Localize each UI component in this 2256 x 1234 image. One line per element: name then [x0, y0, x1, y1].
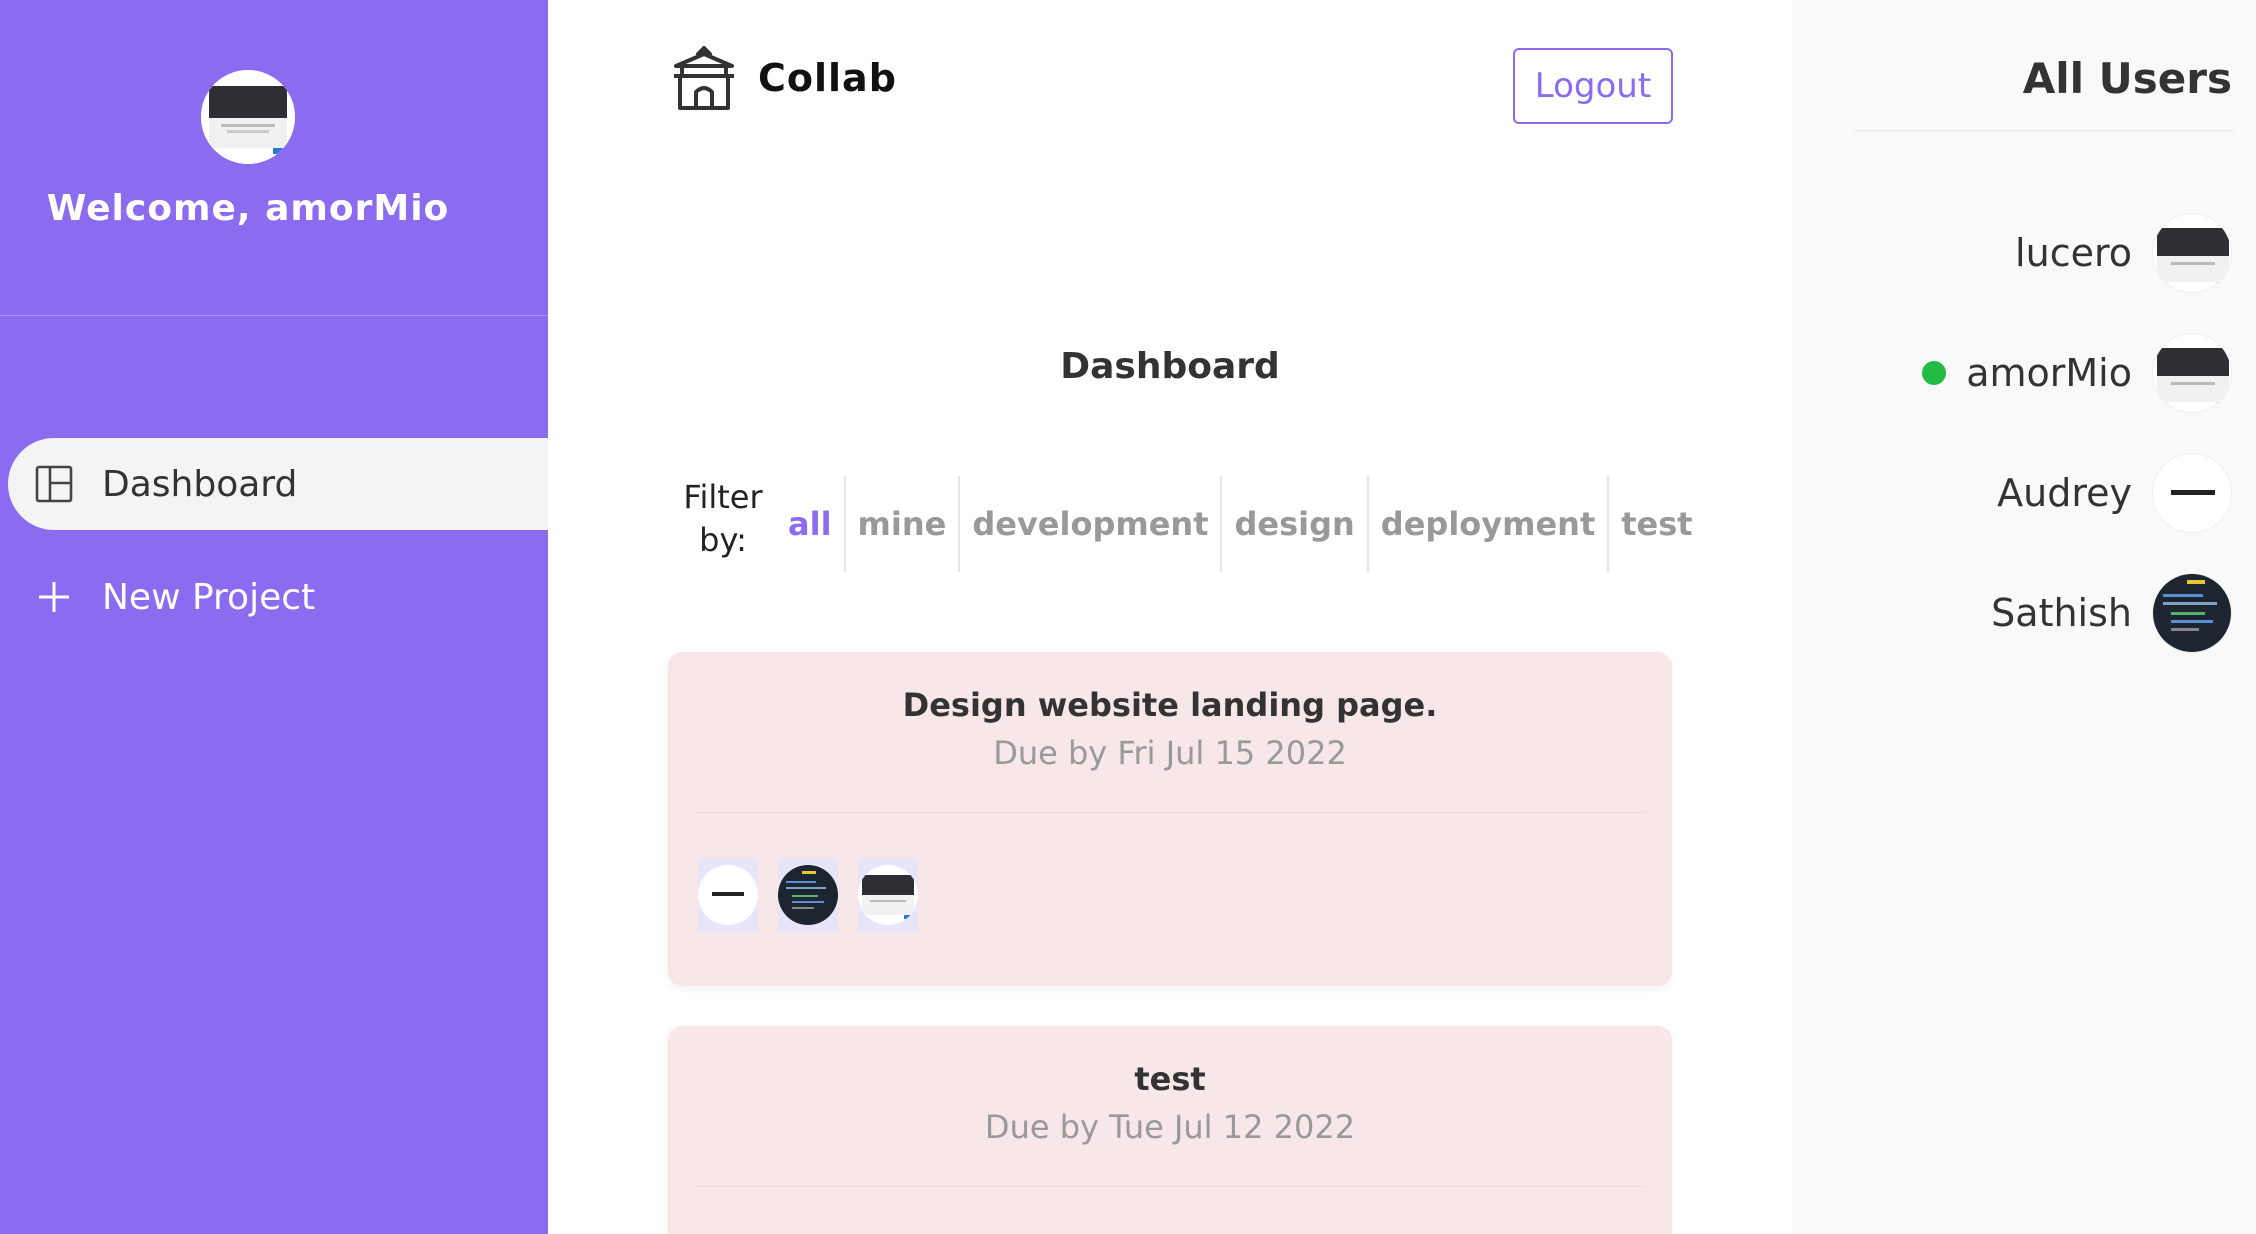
filter-option-test[interactable]: test	[1609, 476, 1704, 572]
users-panel: All Users lucero amorMio Audrey Sathish	[1792, 0, 2256, 1234]
user-avatar	[2152, 453, 2232, 533]
page-title: Dashboard	[1060, 346, 1280, 387]
user-list-item: Audrey	[1997, 453, 2232, 533]
project-title: test	[1134, 1060, 1206, 1098]
app: Welcome, amorMio Dashboard New Project C…	[0, 0, 2256, 1234]
filter-option-all[interactable]: all	[776, 476, 846, 572]
users-panel-divider	[1854, 130, 2234, 131]
sidebar-item-label: Dashboard	[102, 463, 298, 505]
user-name: Sathish	[1991, 591, 2132, 635]
sidebar: Welcome, amorMio Dashboard New Project	[0, 0, 548, 1234]
filter-option-deployment[interactable]: deployment	[1369, 476, 1610, 572]
user-avatar	[2152, 333, 2232, 413]
online-status-dot	[1922, 361, 1947, 385]
sidebar-item-dashboard[interactable]: Dashboard	[8, 438, 548, 530]
assignee-avatar	[778, 858, 838, 932]
project-due-date: Due by Fri Jul 15 2022	[993, 734, 1347, 772]
main-content: Collab Logout Dashboard Filter by: all m…	[548, 0, 1792, 1234]
user-avatar	[2152, 573, 2232, 653]
project-due-date: Due by Tue Jul 12 2022	[984, 1108, 1356, 1146]
card-divider	[696, 812, 1644, 813]
assignee-avatar	[698, 858, 758, 932]
user-list-item: lucero	[2015, 213, 2232, 293]
users-panel-title: All Users	[2022, 54, 2232, 103]
user-name: lucero	[2015, 231, 2132, 275]
user-list-item: Sathish	[1991, 573, 2232, 653]
temple-icon	[670, 44, 738, 112]
user-name: Audrey	[1997, 471, 2132, 515]
filter-option-mine[interactable]: mine	[846, 476, 961, 572]
plus-icon	[34, 577, 74, 617]
project-card[interactable]: test Due by Tue Jul 12 2022	[668, 1026, 1672, 1234]
brand[interactable]: Collab	[670, 44, 897, 112]
user-name: amorMio	[1966, 351, 2132, 395]
card-divider	[696, 1186, 1644, 1187]
filter-label: Filter by:	[683, 478, 763, 560]
assignee-avatar	[858, 858, 918, 932]
sidebar-item-label: New Project	[102, 576, 316, 618]
filter-option-design[interactable]: design	[1222, 476, 1369, 572]
user-avatar	[201, 70, 295, 164]
assigned-users	[698, 858, 938, 932]
brand-name: Collab	[758, 56, 897, 100]
filter-bar: Filter by: all mine development design d…	[682, 476, 1705, 572]
filter-option-development[interactable]: development	[960, 476, 1223, 572]
dashboard-layout-icon	[34, 464, 74, 504]
project-card[interactable]: Design website landing page. Due by Fri …	[668, 652, 1672, 986]
project-title: Design website landing page.	[902, 686, 1438, 724]
sidebar-item-new-project[interactable]: New Project	[8, 551, 548, 643]
user-block: Welcome, amorMio	[0, 0, 548, 316]
welcome-text: Welcome, amorMio	[46, 188, 450, 229]
user-avatar	[2152, 213, 2232, 293]
logout-button[interactable]: Logout	[1513, 48, 1673, 124]
user-list-item: amorMio	[1922, 333, 2232, 413]
